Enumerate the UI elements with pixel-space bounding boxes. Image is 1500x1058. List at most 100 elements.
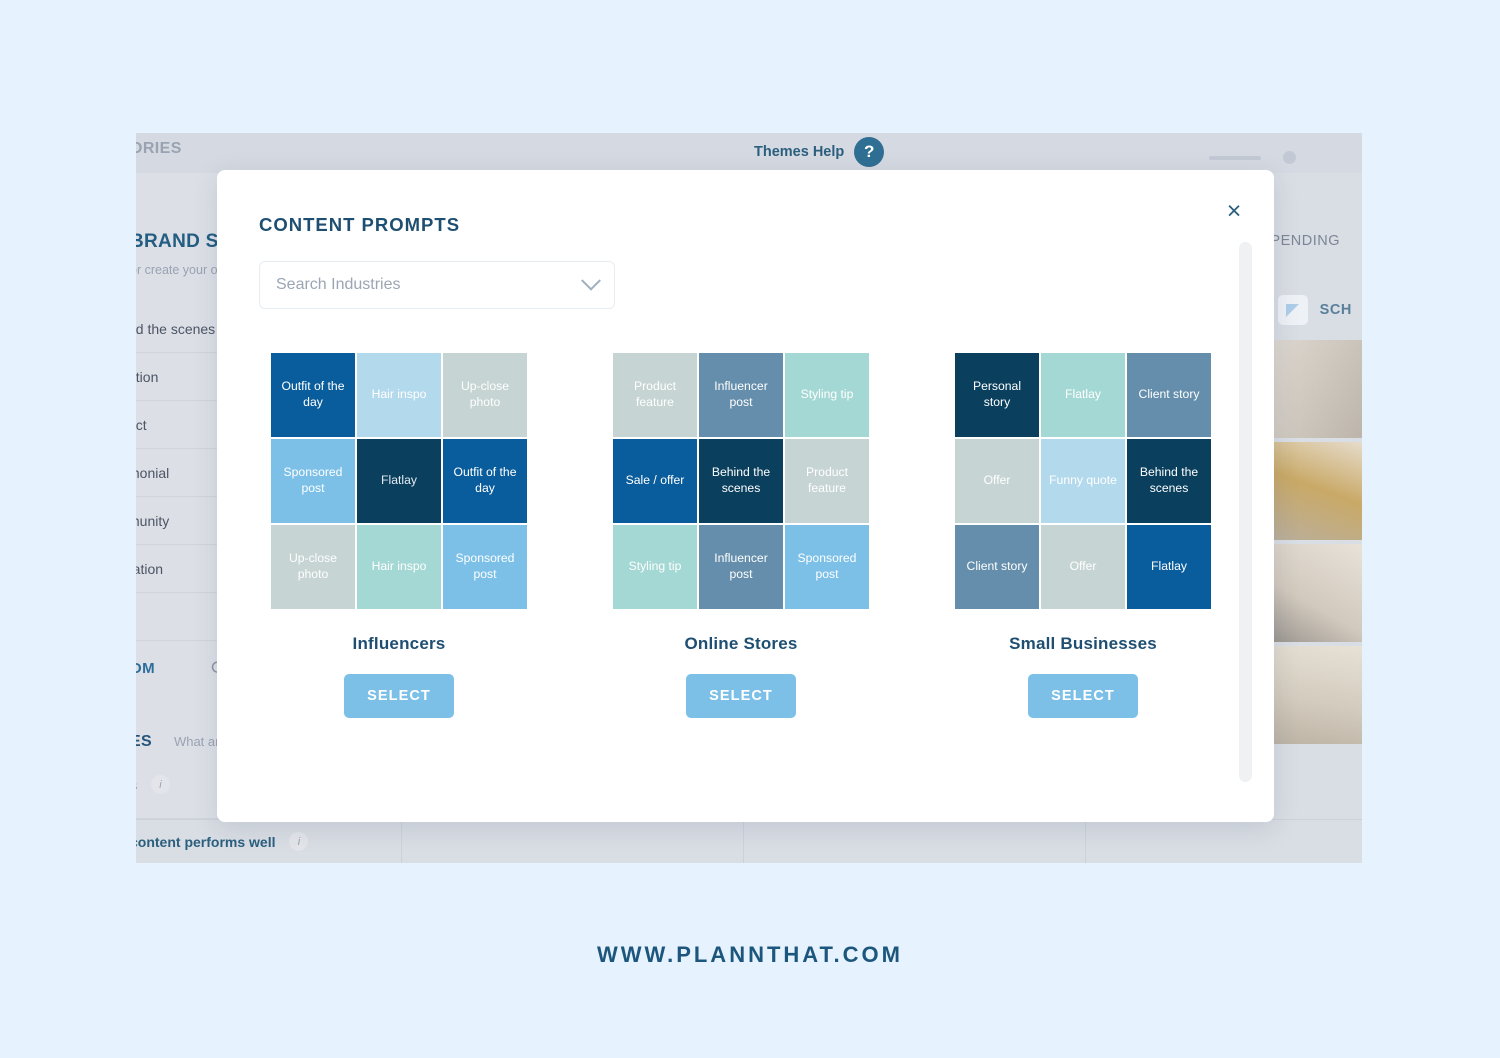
triangle-icon xyxy=(1286,303,1300,317)
prompt-tile-label: Styling tip xyxy=(800,387,854,402)
bottom-bar-cell xyxy=(402,819,744,863)
content-prompts-modal: × CONTENT PROMPTS Search Industries Outf… xyxy=(217,170,1274,822)
prompt-tile-label: Outfit of the day xyxy=(453,465,517,495)
list-item-label: ation xyxy=(136,368,159,385)
prompt-tile-label: Up-close photo xyxy=(288,551,338,581)
prompt-tile[interactable]: Up-close photo xyxy=(443,353,527,437)
select-button-online-stores[interactable]: SELECT xyxy=(686,674,796,718)
themes-help-label: Themes Help xyxy=(754,144,845,160)
background-section-title: ES xyxy=(136,733,152,750)
prompt-tile[interactable]: Hair inspo xyxy=(357,525,441,609)
prompt-tile-label: Flatlay xyxy=(381,473,417,488)
prompt-tile[interactable]: Behind the scenes xyxy=(1127,439,1211,523)
prompt-tile[interactable]: Funny quote xyxy=(1041,439,1125,523)
list-item-label: nd the scenes xyxy=(136,320,216,337)
category-card: Outfit of the day Hair inspo Up-close ph… xyxy=(259,353,539,718)
prompt-tile-grid: Outfit of the day Hair inspo Up-close ph… xyxy=(259,353,539,609)
schedule-label: SCH xyxy=(1319,302,1352,318)
prompt-tile[interactable]: Flatlay xyxy=(1127,525,1211,609)
prompt-tile[interactable]: Outfit of the day xyxy=(443,439,527,523)
prompt-tile[interactable]: Influencer post xyxy=(699,525,783,609)
schedule-control[interactable]: SCH xyxy=(1277,295,1352,325)
background-section-header: ES What are xyxy=(136,733,227,751)
modal-title: CONTENT PROMPTS xyxy=(259,214,461,235)
schedule-icon xyxy=(1277,295,1308,325)
prompt-tile[interactable]: Up-close photo xyxy=(271,525,355,609)
prompt-tile[interactable]: Hair inspo xyxy=(357,353,441,437)
background-subheading: or create your o xyxy=(136,263,218,277)
prompt-tile[interactable]: Styling tip xyxy=(785,353,869,437)
info-icon[interactable]: i xyxy=(289,832,309,851)
prompt-tile-label: Offer xyxy=(1069,559,1097,574)
prompt-tile-label: Behind the scenes xyxy=(711,465,771,495)
info-icon[interactable]: i xyxy=(151,775,170,794)
list-item-label: munity xyxy=(136,512,170,529)
prompt-tile-grid: Product feature Influencer post Styling … xyxy=(601,353,881,609)
prompt-tile[interactable]: Personal story xyxy=(955,353,1039,437)
prompt-tile[interactable]: Outfit of the day xyxy=(271,353,355,437)
background-action-label: OM xyxy=(136,660,155,677)
prompt-tile-label: Sponsored post xyxy=(283,465,343,495)
select-button-small-businesses[interactable]: SELECT xyxy=(1028,674,1138,718)
category-name: Small Businesses xyxy=(1009,634,1157,653)
prompt-tile[interactable]: Sponsored post xyxy=(785,525,869,609)
footer-url: WWW.PLANNTHAT.COM xyxy=(597,942,903,967)
prompt-tile-label: Flatlay xyxy=(1151,559,1187,574)
bottom-bar-label: content performs well xyxy=(136,833,276,850)
prompt-tile-label: Product feature xyxy=(633,379,676,409)
bottom-bar-cell xyxy=(1086,820,1362,864)
search-industries-select[interactable]: Search Industries xyxy=(259,261,615,309)
background-bottom-bar: content performs well i xyxy=(136,819,1362,863)
page-root: ORIES Themes Help ? BRAND ST or create y… xyxy=(0,0,1500,1058)
prompt-tile-label: Funny quote xyxy=(1049,473,1117,488)
category-list: Outfit of the day Hair inspo Up-close ph… xyxy=(259,353,1219,718)
prompt-tile[interactable]: Offer xyxy=(1041,525,1125,609)
prompt-tile[interactable]: Sale / offer xyxy=(613,439,697,523)
prompt-tile-label: Behind the scenes xyxy=(1139,465,1199,495)
prompt-tile[interactable]: Sponsored post xyxy=(271,439,355,523)
prompt-tile-label: Sale / offer xyxy=(625,473,685,488)
list-item-label: ration xyxy=(136,560,164,577)
app-topbar-title: ORIES xyxy=(136,140,182,157)
prompt-tile-label: Hair inspo xyxy=(371,387,427,402)
select-button-influencers[interactable]: SELECT xyxy=(344,674,454,718)
category-name: Influencers xyxy=(352,634,446,653)
help-question-icon[interactable]: ? xyxy=(854,137,885,167)
prompt-tile-label: Personal story xyxy=(972,379,1022,409)
list-item-label: uct xyxy=(136,416,147,433)
prompt-tile[interactable]: Offer xyxy=(955,439,1039,523)
bottom-bar-cell xyxy=(744,819,1086,863)
category-card: Product feature Influencer post Styling … xyxy=(601,353,881,718)
prompt-tile-label: Influencer post xyxy=(714,379,768,409)
prompt-tile[interactable]: Client story xyxy=(1127,353,1211,437)
prompt-tile-label: Client story xyxy=(966,559,1028,574)
search-input-placeholder: Search Industries xyxy=(276,276,401,293)
prompt-tile[interactable]: Sponsored post xyxy=(443,525,527,609)
prompt-tile-label: Product feature xyxy=(805,465,848,495)
themes-help[interactable]: Themes Help ? xyxy=(754,137,885,167)
background-action-row[interactable]: OM ⟳ xyxy=(136,657,227,680)
chevron-down-icon[interactable] xyxy=(581,270,601,291)
background-subrow: s i xyxy=(136,775,170,794)
modal-scrollbar[interactable] xyxy=(1239,242,1252,782)
prompt-tile[interactable]: Product feature xyxy=(785,439,869,523)
prompt-tile-label: Up-close photo xyxy=(460,379,510,409)
prompt-tile[interactable]: Styling tip xyxy=(613,525,697,609)
prompt-tile[interactable]: Behind the scenes xyxy=(699,439,783,523)
list-item-label: monial xyxy=(136,464,170,481)
prompt-tile[interactable]: Flatlay xyxy=(357,439,441,523)
prompt-tile-label: Flatlay xyxy=(1065,387,1101,402)
prompt-tile[interactable]: Client story xyxy=(955,525,1039,609)
prompt-tile-label: Outfit of the day xyxy=(281,379,345,409)
prompt-tile[interactable]: Influencer post xyxy=(699,353,783,437)
window-chrome xyxy=(1209,151,1296,164)
category-card: Personal story Flatlay Client story Offe… xyxy=(943,353,1223,718)
close-icon[interactable]: × xyxy=(1221,198,1247,224)
bottom-bar-cell: content performs well i xyxy=(136,819,402,863)
prompt-tile[interactable]: Product feature xyxy=(613,353,697,437)
chrome-dot-icon xyxy=(1283,151,1296,164)
prompt-tile-label: Sponsored post xyxy=(797,551,857,581)
prompt-tile[interactable]: Flatlay xyxy=(1041,353,1125,437)
prompt-tile-grid: Personal story Flatlay Client story Offe… xyxy=(943,353,1223,609)
prompt-tile-label: Styling tip xyxy=(628,559,682,574)
